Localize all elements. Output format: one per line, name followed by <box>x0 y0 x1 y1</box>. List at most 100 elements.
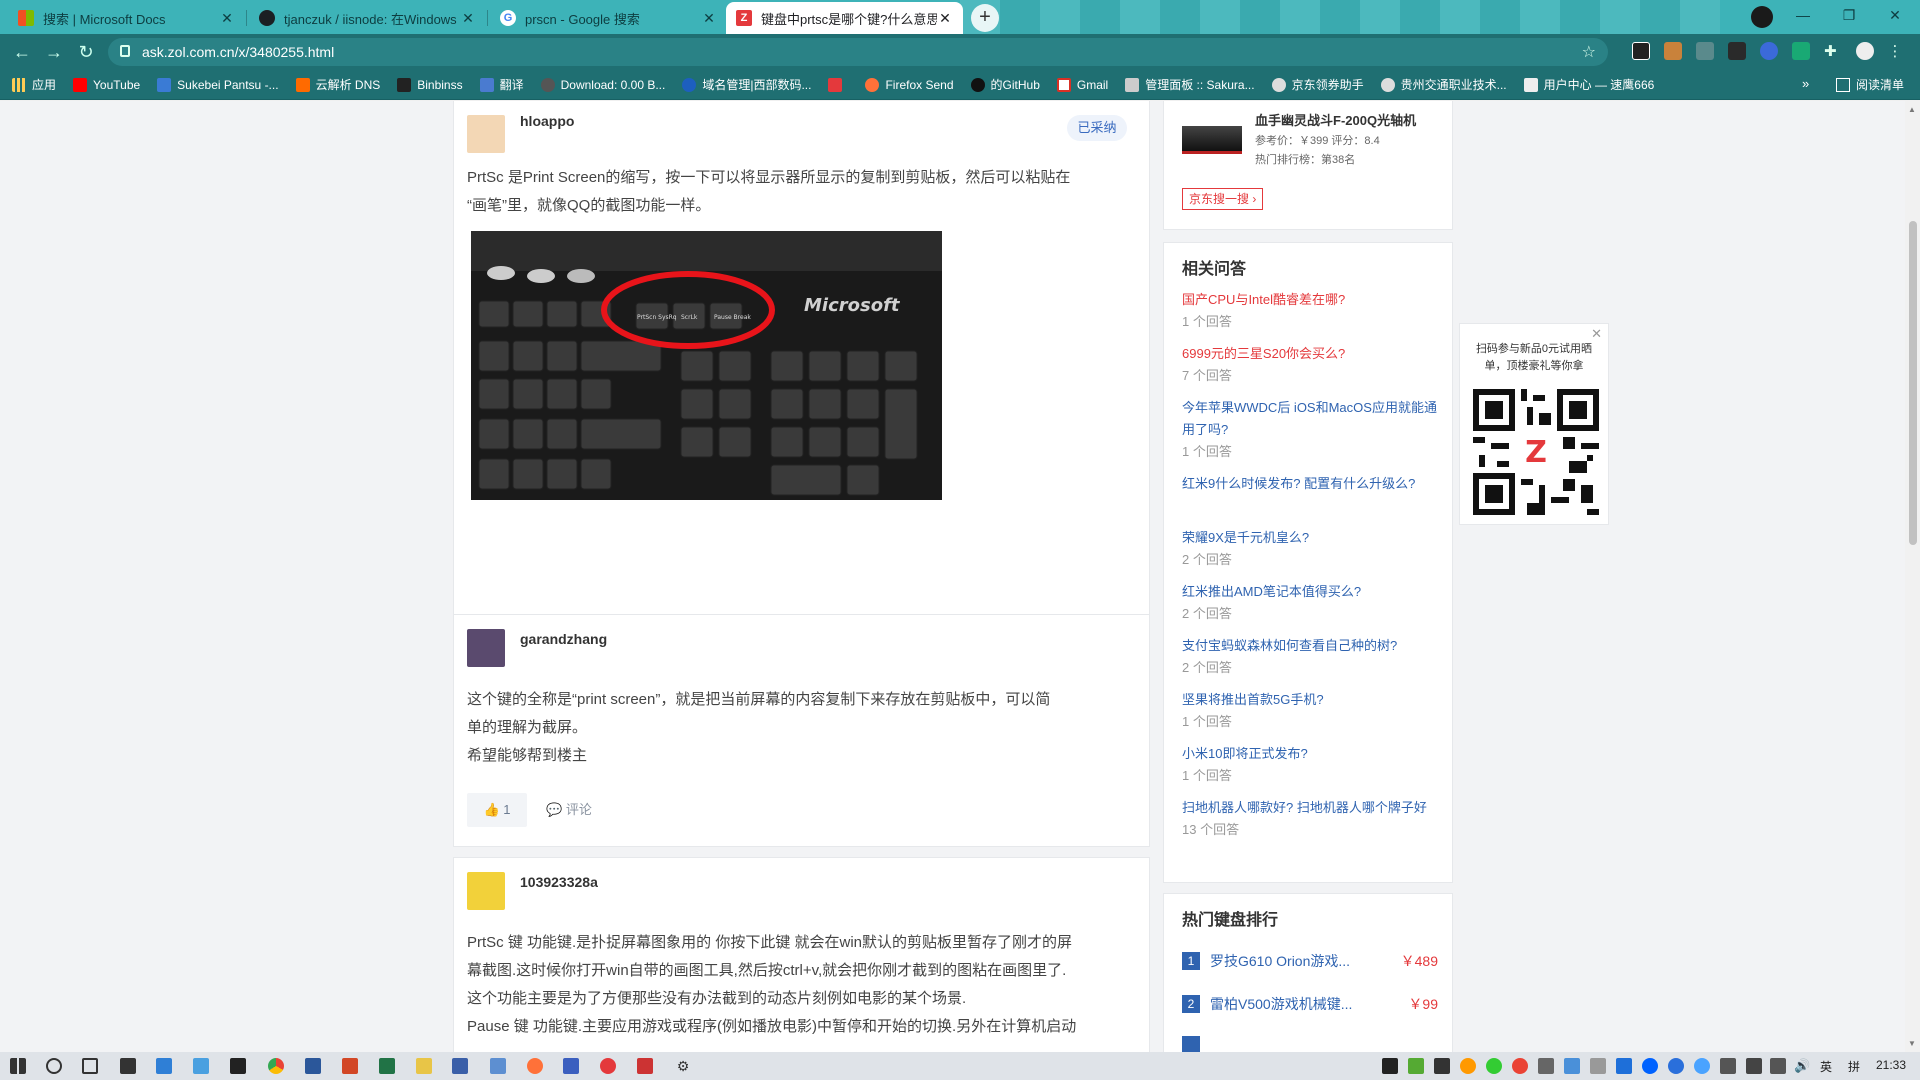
scroll-up-icon[interactable]: ▲ <box>1908 105 1916 114</box>
app-icon[interactable] <box>600 1058 616 1074</box>
rank-row[interactable] <box>1182 1034 1438 1052</box>
windows-start-icon[interactable] <box>10 1058 26 1074</box>
tray-icon[interactable] <box>1616 1058 1632 1074</box>
bookmark-gzjt[interactable]: 贵州交通职业技术... <box>1380 76 1507 93</box>
related-item[interactable]: 坚果将推出首款5G手机? 1 个回答 <box>1182 689 1442 733</box>
tray-icon[interactable] <box>1590 1058 1606 1074</box>
bookmark-download[interactable]: Download: 0.00 B... <box>540 77 665 92</box>
tray-icon[interactable] <box>1538 1058 1554 1074</box>
input-language[interactable]: 英 <box>1820 1058 1832 1075</box>
related-question[interactable]: 支付宝蚂蚁森林如何查看自己种的树? <box>1182 635 1442 657</box>
avatar[interactable] <box>467 872 505 910</box>
related-question[interactable]: 小米10即将正式发布? <box>1182 743 1442 765</box>
tray-icon[interactable] <box>1512 1058 1528 1074</box>
extension-dark-icon[interactable] <box>1728 42 1746 60</box>
back-icon[interactable]: ← <box>8 38 36 66</box>
clock-time[interactable]: 21:33 <box>1876 1058 1906 1072</box>
powerpoint-icon[interactable] <box>342 1058 358 1074</box>
related-question[interactable]: 今年苹果WWDC后 iOS和MacOS应用就能通用了吗? <box>1182 397 1442 441</box>
new-tab-button[interactable]: + <box>971 4 999 32</box>
bookmark-sakura[interactable]: 管理面板 :: Sakura... <box>1125 76 1255 93</box>
bookmark-west[interactable]: 域名管理|西部数码... <box>682 76 811 93</box>
bookmark-apps[interactable]: 应用 <box>12 76 56 93</box>
answer-username[interactable]: garandzhang <box>520 631 607 647</box>
address-bar[interactable]: ask.zol.com.cn/x/3480255.html ☆ <box>108 38 1608 66</box>
display-icon[interactable] <box>1770 1058 1786 1074</box>
explorer-icon[interactable] <box>193 1058 209 1074</box>
close-icon[interactable]: ✕ <box>219 10 235 27</box>
maximize-icon[interactable]: ❐ <box>1826 0 1872 30</box>
tray-icon[interactable] <box>1460 1058 1476 1074</box>
rank-row[interactable]: 2 雷柏V500游戏机械键... ￥99 <box>1182 993 1438 1015</box>
wechat-icon[interactable] <box>1486 1058 1502 1074</box>
app-icon[interactable] <box>490 1058 506 1074</box>
app-icon[interactable] <box>563 1058 579 1074</box>
related-item[interactable]: 红米推出AMD笔记本值得买么? 2 个回答 <box>1182 581 1442 625</box>
excel-icon[interactable] <box>379 1058 395 1074</box>
tab-zol-active[interactable]: Z 键盘中prtsc是哪个键?什么意思? ✕ <box>726 2 963 34</box>
page-scrollbar[interactable]: ▲ ▼ <box>1905 101 1920 1052</box>
related-question[interactable]: 红米推出AMD笔记本值得买么? <box>1182 581 1442 603</box>
scroll-down-icon[interactable]: ▼ <box>1908 1039 1916 1048</box>
tray-icon[interactable] <box>1382 1058 1398 1074</box>
extension-screenshot-icon[interactable] <box>1632 42 1650 60</box>
bookmark-sukebei[interactable]: Sukebei Pantsu -... <box>157 77 279 92</box>
close-icon[interactable]: ✕ <box>460 10 476 27</box>
related-item[interactable]: 荣耀9X是千元机皇么? 2 个回答 <box>1182 527 1442 571</box>
bookmark-gmail[interactable]: Gmail <box>1056 77 1108 92</box>
firefox-icon[interactable] <box>527 1058 543 1074</box>
profile-avatar[interactable] <box>1856 42 1874 60</box>
avatar[interactable] <box>467 629 505 667</box>
menu-icon[interactable]: ⋮ <box>1886 42 1904 60</box>
extension-image-icon[interactable] <box>1664 42 1682 60</box>
extension-bird-icon[interactable] <box>1760 42 1778 60</box>
window-close-icon[interactable]: ✕ <box>1872 0 1918 30</box>
app-icon[interactable] <box>637 1058 653 1074</box>
tab-search-icon[interactable] <box>1751 6 1773 28</box>
tab-google-search[interactable]: G prscn - Google 搜索 ✕ <box>490 2 727 34</box>
close-icon[interactable]: ✕ <box>937 10 953 27</box>
tray-icon[interactable] <box>1434 1058 1450 1074</box>
reload-icon[interactable]: ↻ <box>72 38 100 66</box>
related-item[interactable]: 今年苹果WWDC后 iOS和MacOS应用就能通用了吗? 1 个回答 <box>1182 397 1442 463</box>
rank-product-name[interactable]: 罗技G610 Orion游戏... <box>1210 951 1401 971</box>
bookmark-jd[interactable]: 京东领券助手 <box>1271 76 1364 93</box>
reading-list-button[interactable]: 阅读清单 <box>1836 76 1904 93</box>
tray-icon[interactable] <box>1408 1058 1424 1074</box>
comment-button[interactable]: 💬 评论 <box>546 793 592 827</box>
jd-search-button[interactable]: 京东搜一搜 › <box>1182 188 1264 210</box>
network-icon[interactable] <box>1746 1058 1762 1074</box>
tab-iisnode[interactable]: tjanczuk / iisnode: 在Windows ✕ <box>249 2 486 34</box>
folder-icon[interactable] <box>416 1058 432 1074</box>
related-item[interactable]: 支付宝蚂蚁森林如何查看自己种的树? 2 个回答 <box>1182 635 1442 679</box>
mail-icon[interactable] <box>156 1058 172 1074</box>
product-image[interactable] <box>1182 126 1242 154</box>
cloud-icon[interactable] <box>1694 1058 1710 1074</box>
related-question[interactable]: 红米9什么时候发布? 配置有什么升级么? <box>1182 473 1442 495</box>
close-icon[interactable]: ✕ <box>701 10 717 27</box>
tray-icon[interactable] <box>1564 1058 1580 1074</box>
bookmarks-more-button[interactable]: » <box>1802 76 1809 91</box>
bookmark-github[interactable]: 的GitHub <box>970 76 1040 93</box>
app-icon[interactable] <box>452 1058 468 1074</box>
related-item[interactable]: 红米9什么时候发布? 配置有什么升级么? <box>1182 473 1442 495</box>
bookmark-unnamed[interactable] <box>828 77 848 92</box>
avatar[interactable] <box>467 115 505 153</box>
bookmark-firefox-send[interactable]: Firefox Send <box>865 77 954 92</box>
onedrive-icon[interactable] <box>1668 1058 1684 1074</box>
related-question[interactable]: 国产CPU与Intel酷睿差在哪? <box>1182 289 1442 311</box>
bookmark-binbinss[interactable]: Binbinss <box>397 77 463 92</box>
related-question[interactable]: 扫地机器人哪款好? 扫地机器人哪个牌子好 <box>1182 797 1442 819</box>
ime-mode[interactable]: 拼 <box>1848 1058 1860 1075</box>
terminal-icon[interactable] <box>230 1058 246 1074</box>
scrollbar-thumb[interactable] <box>1909 221 1917 545</box>
related-question[interactable]: 荣耀9X是千元机皇么? <box>1182 527 1442 549</box>
related-item[interactable]: 6999元的三星S20你会买么? 7 个回答 <box>1182 343 1442 387</box>
extensions-puzzle-icon[interactable]: ✚ <box>1824 42 1842 60</box>
volume-icon[interactable]: 🔊 <box>1794 1058 1810 1074</box>
task-view-icon[interactable] <box>82 1058 98 1074</box>
related-item[interactable]: 国产CPU与Intel酷睿差在哪? 1 个回答 <box>1182 289 1442 333</box>
chrome-icon[interactable] <box>268 1058 284 1074</box>
minimize-icon[interactable]: — <box>1780 0 1826 30</box>
answer-username[interactable]: 103923328a <box>520 874 598 890</box>
